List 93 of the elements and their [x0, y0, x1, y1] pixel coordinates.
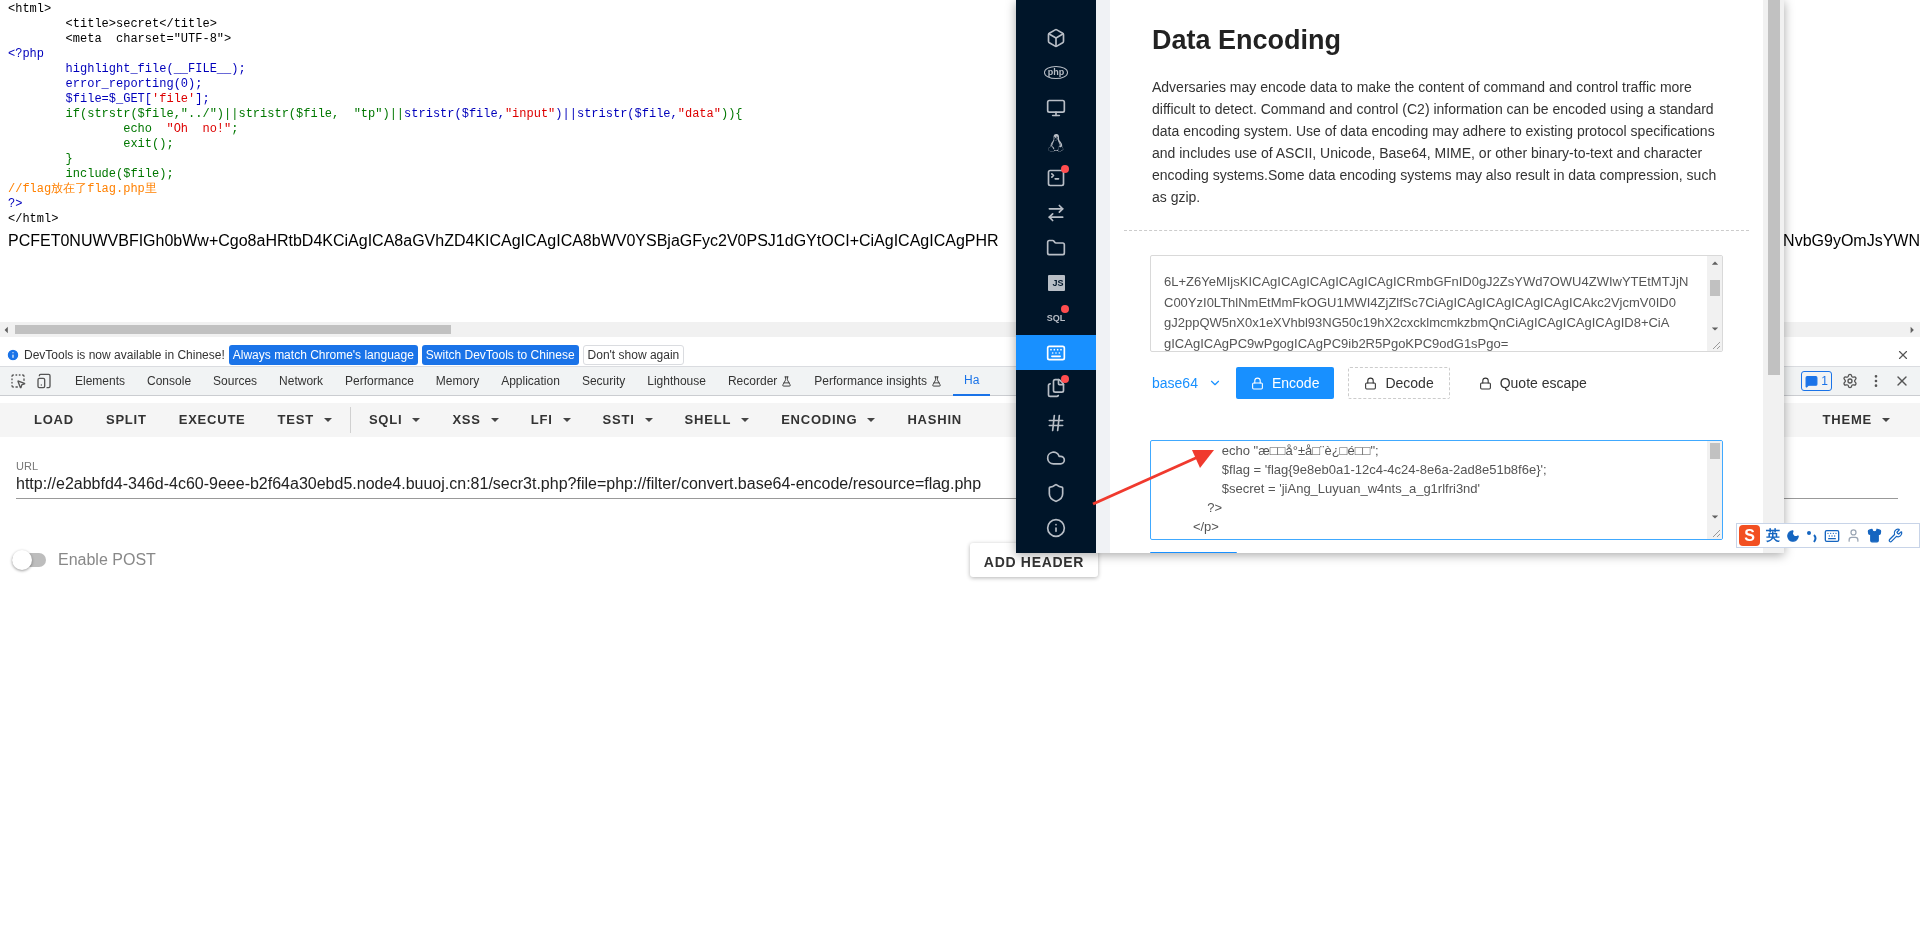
penguin-icon [1047, 133, 1065, 152]
code-line: } [64, 152, 73, 167]
devtools-tab[interactable]: Application [490, 366, 571, 396]
infobar-message: DevTools is now available in Chinese! [24, 346, 225, 364]
infobar-button[interactable]: Switch DevTools to Chinese [421, 344, 579, 365]
toolbar-button[interactable]: LOAD [18, 403, 90, 437]
scrollbar-thumb[interactable] [1709, 280, 1720, 296]
devtools-tab[interactable]: Recorder [716, 366, 804, 396]
devtools-tab[interactable]: Lighthouse [636, 366, 717, 396]
info-icon [6, 347, 20, 362]
vertical-scrollbar[interactable] [1763, 0, 1784, 553]
action-button[interactable]: Quote escape [1463, 367, 1602, 399]
shirt-icon[interactable] [1867, 528, 1882, 543]
terminal-icon [1046, 167, 1066, 188]
keyboard-icon[interactable] [1824, 527, 1840, 544]
toolbar-button[interactable]: SHELL [668, 403, 766, 437]
inspect-icon[interactable] [10, 373, 26, 389]
resize-grip-icon[interactable] [1711, 340, 1721, 350]
toolbar-button[interactable]: TEST [261, 403, 348, 437]
sql-label: SQL [1046, 311, 1066, 324]
js-label: JS [1047, 274, 1065, 291]
sidebar-item[interactable]: SQL [1016, 300, 1096, 335]
toolbar-button[interactable]: SSTI [586, 403, 669, 437]
code-line: <title>secret</title> [64, 17, 217, 32]
code-line: </html> [8, 212, 59, 227]
hash-icon [1046, 412, 1066, 433]
shield-icon [1046, 482, 1066, 503]
toolbar-button[interactable]: THEME [1806, 403, 1906, 437]
toolbar-button[interactable]: EXECUTE [162, 403, 262, 437]
encoded-text: NvbG9yOmJsYWN [1783, 231, 1920, 251]
monitor-icon [1046, 97, 1066, 118]
scroll-down-icon[interactable] [1710, 325, 1719, 333]
scroll-left-icon[interactable] [3, 325, 11, 334]
moon-icon[interactable] [1786, 528, 1800, 543]
issues-button[interactable]: 1 [1801, 371, 1832, 391]
toolbar-button[interactable]: SPLIT [89, 403, 163, 437]
sidebar-item[interactable]: JS [1016, 265, 1096, 300]
toolbar-button[interactable]: ENCODING [765, 403, 892, 437]
code-line: <html> [8, 2, 52, 17]
devtools-tab[interactable]: Performance [334, 366, 425, 396]
swap-arrows-icon [1046, 202, 1066, 223]
code-line: echo "Oh no!"; [122, 122, 239, 137]
code-line: $file=$_GET['file']; [64, 92, 210, 107]
code-line: //flag放在了flag.php里 [8, 182, 157, 197]
devtools-tab[interactable]: Security [570, 366, 637, 396]
scrollbar-thumb[interactable] [1709, 443, 1720, 459]
ime-logo[interactable]: S [1739, 525, 1760, 546]
resize-grip-icon[interactable] [1711, 528, 1721, 538]
infobar-button[interactable]: Always match Chrome's language [228, 344, 418, 365]
toolbar-button[interactable]: LFI [514, 403, 587, 437]
language-indicator[interactable]: 英 [1766, 525, 1780, 546]
input-text-area[interactable]: 6L+Z6YeMIjsKICAgICAgICAgICAgICAgICRmbGFnID0gJ2ZsYWd7OWU4ZWIwYTEtMTJjN C00YzI0LThlNmEtMmFkOGU1MWI4ZjZlfSc7CiAgICAgICAgICAgICAgICAkc2VjcmV0ID0 gJ2ppQW5nX0x1eXVhbl93NG50c19hX2cxcklmcmkzbmQnCiAgICAgICAgICAgID8+CiA gICAgICAgPC9wPgogICAgPC9ib2R5PgoKPC9odG1sPgo= [1150, 255, 1723, 352]
code-line: include($file); [64, 167, 174, 182]
devtools-tab[interactable]: Ha [953, 366, 991, 396]
toggle-switch[interactable] [12, 553, 46, 567]
devtools-tab[interactable]: Network [268, 366, 335, 396]
devtools-tab[interactable]: Elements [64, 366, 137, 396]
code-line: exit(); [122, 137, 174, 152]
description-paragraph: Adversaries may encode data to make the content of command and control traffic more difficult to detect. Command and control (C2) information can be encoded using a standard data encoding system. Use of data encoding may adhere to existing protocol specifications and includes use of ASCII, Unicode, Base64, MIME, or other binary-to-text and character encoding systems.Some data encoding systems may also result in data compression, such as gzip. [1152, 78, 1717, 207]
code-line: if(strstr($file,"../")||stristr($file, "tp")||stristr($file,"input")||stristr($file,"data")){ [64, 107, 743, 122]
toggle-label: Enable POST [58, 550, 156, 570]
info-icon [1046, 517, 1066, 538]
code-line: <?php [8, 47, 44, 62]
files-icon [1046, 377, 1066, 398]
output-text-area[interactable]: echo "æ□□å°±å□¨è¿□é□□"; $flag = 'flag{9e8eb0a1-12c4-4c24-8e6a-2ad8e51b8f6e}'; $secret = 'jiAng_Luyuan_w4nts_a_g1rlfri3nd' ?> </p> [1150, 440, 1723, 540]
scroll-down-icon[interactable] [1710, 513, 1719, 521]
action-button[interactable]: Decode [1348, 367, 1450, 399]
folder-icon [1046, 237, 1066, 258]
code-line: highlight_file(__FILE__); [64, 62, 246, 77]
device-icon[interactable] [36, 373, 52, 389]
toolbar-button[interactable]: XSS [436, 403, 515, 437]
devtools-tab[interactable]: Performance insights [803, 366, 954, 396]
sidebar-item[interactable]: php [1016, 55, 1096, 90]
infobar-button[interactable]: Don't show again [582, 344, 685, 365]
code-line: <meta charset="UTF-8"> [64, 32, 232, 47]
code-line: ?> [8, 197, 23, 212]
code-line: error_reporting(0); [64, 77, 203, 92]
cube-icon [1046, 27, 1066, 48]
devtools-tab[interactable]: Memory [424, 366, 491, 396]
chat-icon [1805, 374, 1819, 388]
page-title: Data Encoding [1152, 24, 1342, 57]
scroll-up-icon[interactable] [1710, 260, 1719, 268]
devtools-tab[interactable]: Console [136, 366, 203, 396]
devtools-tab[interactable]: Sources [202, 366, 269, 396]
lock-icon [1478, 376, 1492, 390]
lock-icon [1250, 376, 1264, 390]
lock-icon [1364, 376, 1378, 390]
punctuation-icon[interactable] [1806, 528, 1818, 543]
encoded-text: PCFET0NUWVBFIGh0bWw+Cgo8aHRtbD4KCiAgICA8aGVhZD4KICAgICAgICA8bWV0YSBjaGFyc2V0PSJ1dGYtOCI+CiAgICAgICAgPHR [8, 231, 999, 251]
wrench-icon[interactable] [1888, 528, 1903, 543]
settings-icon[interactable] [1842, 373, 1858, 389]
toolbar-button[interactable]: HASHIN [891, 403, 978, 437]
toolbar-button[interactable]: SQLI [352, 403, 437, 437]
